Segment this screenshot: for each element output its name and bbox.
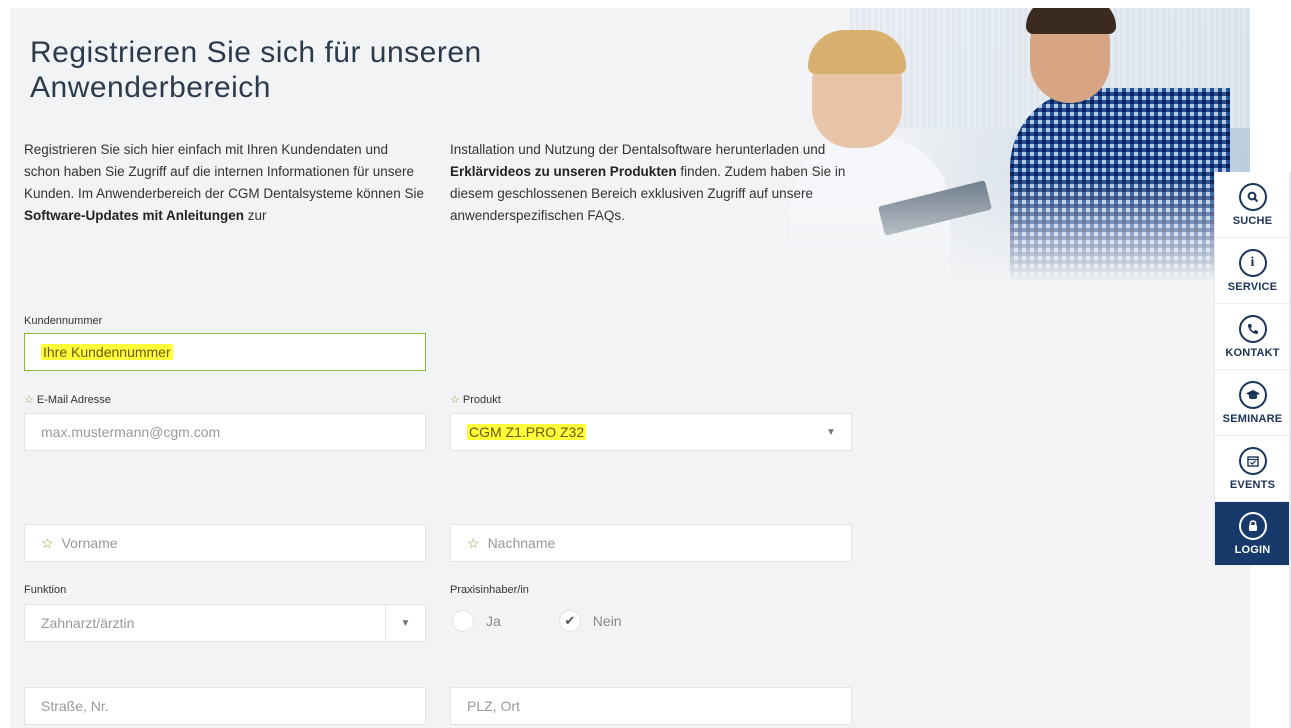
lock-icon: [1238, 511, 1267, 540]
sidebar-item-label: KONTAKT: [1225, 346, 1280, 359]
intro-text-part: Installation und Nutzung der Dentalsoftw…: [450, 142, 826, 157]
sidebar-item-kontakt[interactable]: KONTAKT: [1214, 304, 1290, 370]
strasse-input[interactable]: Straße, Nr.: [24, 687, 426, 725]
plz-ort-input[interactable]: PLZ, Ort: [450, 687, 852, 725]
produkt-label-text: Produkt: [462, 394, 501, 406]
email-label-text: E-Mail Adresse: [36, 394, 111, 406]
nachname-input[interactable]: ☆ Nachname: [450, 524, 852, 562]
intro-text-column-1: Registrieren Sie sich hier einfach mit I…: [24, 139, 426, 227]
checkmark-icon: ✔: [564, 613, 576, 628]
praxisinhaber-label: Praxisinhaber/in: [450, 584, 529, 596]
vorname-input[interactable]: ☆ Vorname: [24, 524, 426, 562]
radio-button-nein[interactable]: ✔: [558, 610, 581, 632]
email-placeholder: max.mustermann@cgm.com: [41, 424, 221, 440]
plz-ort-placeholder: PLZ, Ort: [467, 698, 520, 714]
required-star-icon: ☆: [41, 534, 54, 551]
radio-option-ja[interactable]: Ja: [452, 610, 501, 632]
calendar-check-icon: [1238, 446, 1267, 475]
radio-option-nein[interactable]: ✔ Nein: [558, 610, 622, 632]
radio-button-ja[interactable]: [452, 610, 474, 632]
intro-text-part: zur: [244, 208, 267, 223]
chevron-down-icon[interactable]: ▼: [811, 414, 851, 450]
praxisinhaber-label-text: Praxisinhaber/in: [450, 584, 529, 596]
page-title: Registrieren Sie sich für unseren Anwend…: [30, 36, 482, 104]
sidebar-item-seminare[interactable]: SEMINARE: [1214, 370, 1290, 436]
chevron-down-icon[interactable]: ▼: [385, 605, 425, 641]
sidebar-item-label: EVENTS: [1229, 478, 1276, 491]
sidebar-item-service[interactable]: i SERVICE: [1214, 238, 1290, 304]
sidebar-item-label: SEMINARE: [1222, 412, 1283, 425]
radio-label-ja: Ja: [486, 613, 501, 629]
sidebar-item-events[interactable]: EVENTS: [1214, 436, 1290, 502]
kundennummer-input[interactable]: Ihre Kundennummer: [24, 333, 426, 371]
person-right-hair: [1026, 8, 1116, 34]
praxisinhaber-radio-group: Ja ✔ Nein: [452, 610, 622, 632]
required-star-icon: ☆: [450, 394, 460, 406]
email-label: ☆ E-Mail Adresse: [24, 393, 111, 406]
strasse-placeholder: Straße, Nr.: [41, 698, 109, 714]
vorname-placeholder: Vorname: [61, 534, 118, 551]
sidebar-item-label: SUCHE: [1232, 214, 1273, 227]
sidebar-item-suche[interactable]: SUCHE: [1214, 172, 1290, 238]
intro-bold-erklaervideos: Erklärvideos zu unseren Produkten: [450, 164, 677, 179]
email-input[interactable]: max.mustermann@cgm.com: [24, 413, 426, 451]
produkt-label: ☆ Produkt: [450, 393, 501, 406]
person-left-hair: [808, 30, 906, 74]
phone-icon: [1238, 314, 1267, 343]
required-star-icon: ☆: [467, 534, 480, 551]
graduation-cap-icon: [1238, 380, 1267, 409]
intro-text-part: Registrieren Sie sich hier einfach mit I…: [24, 142, 424, 201]
funktion-select[interactable]: Zahnarzt/ärztin ▼: [24, 604, 426, 642]
kundennummer-placeholder: Ihre Kundennummer: [41, 344, 173, 360]
radio-label-nein: Nein: [592, 613, 622, 629]
funktion-selected-value: Zahnarzt/ärztin: [41, 615, 135, 631]
search-icon: [1238, 182, 1267, 211]
required-star-icon: ☆: [24, 394, 34, 406]
intro-text-column-2: Installation und Nutzung der Dentalsoftw…: [450, 139, 852, 227]
produkt-selected-value: CGM Z1.PRO Z32: [467, 424, 587, 440]
registration-page: Registrieren Sie sich für unseren Anwend…: [10, 8, 1250, 728]
kundennummer-label: Kundennummer: [24, 315, 102, 327]
sidebar-item-login[interactable]: LOGIN: [1214, 502, 1290, 566]
kundennummer-label-text: Kundennummer: [24, 315, 103, 327]
funktion-label: Funktion: [24, 584, 66, 596]
quick-nav-sidebar: SUCHE i SERVICE KONTAKT SEMINARE EVENTS …: [1214, 172, 1290, 566]
intro-bold-software-updates: Software-Updates mit Anleitungen: [24, 208, 245, 223]
sidebar-item-label: LOGIN: [1234, 543, 1271, 556]
produkt-select[interactable]: CGM Z1.PRO Z32 ▼: [450, 413, 852, 451]
info-icon: i: [1238, 248, 1267, 277]
nachname-placeholder: Nachname: [487, 534, 556, 551]
funktion-label-text: Funktion: [24, 584, 67, 596]
sidebar-item-label: SERVICE: [1227, 280, 1278, 293]
